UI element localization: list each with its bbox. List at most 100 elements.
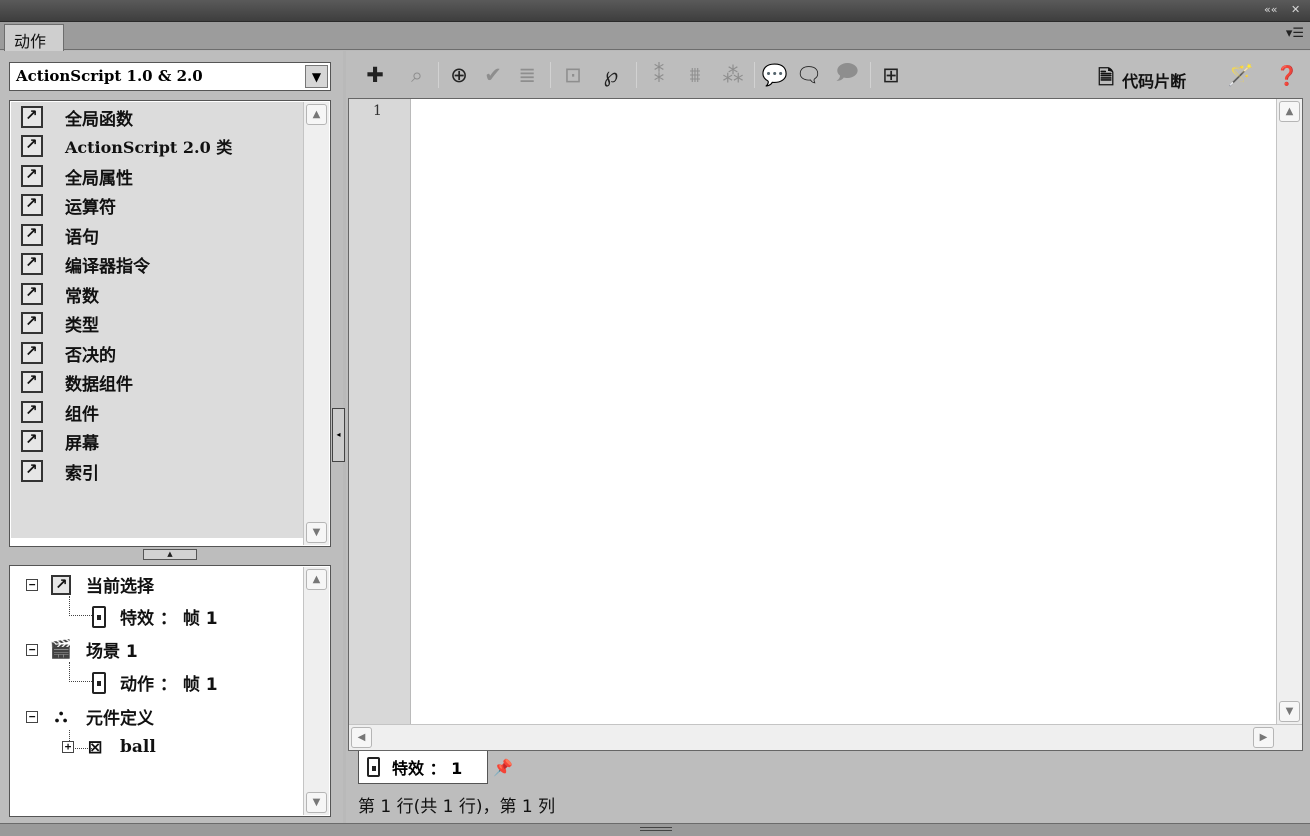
- book-icon: [21, 312, 43, 334]
- nav-current-selection[interactable]: − 当前选择: [26, 572, 154, 597]
- target-icon[interactable]: ⊕: [444, 59, 474, 91]
- check-syntax-icon[interactable]: ✔: [478, 59, 508, 91]
- toolbox-item[interactable]: 语句: [21, 222, 99, 248]
- toolbox-item[interactable]: 组件: [21, 399, 99, 425]
- script-tab[interactable]: 特效 ： 1: [358, 751, 488, 784]
- collapse-between-braces-icon[interactable]: ⁑: [644, 59, 674, 91]
- auto-format-icon[interactable]: ≣: [512, 59, 542, 91]
- nav-symbol-definitions-label: 元件定义: [86, 709, 154, 729]
- code-snippets-button[interactable]: 🗎 代码片断: [1098, 63, 1186, 97]
- close-icon[interactable]: ✕: [1291, 3, 1300, 16]
- nav-frame-item[interactable]: 特效 ： 帧 1: [92, 604, 218, 629]
- frame-icon: [367, 757, 380, 777]
- toolbar-separator: [438, 62, 439, 88]
- toolbox-item-label: 否决的: [65, 345, 116, 366]
- script-tab-label: 特效 ： 1: [392, 759, 463, 778]
- editor-horizontal-scrollbar[interactable]: ◀ ▶: [349, 724, 1302, 750]
- collapse-icon[interactable]: −: [26, 710, 38, 723]
- toolbox-item-label: 组件: [65, 404, 99, 425]
- remove-comment-icon[interactable]: 🗩: [832, 59, 862, 91]
- toolbox-item-label: ActionScript 2.0 类: [65, 138, 233, 157]
- code-snippets-icon: 🗎: [1098, 65, 1115, 89]
- toolbox-item[interactable]: 运算符: [21, 192, 116, 218]
- panel-resize-grip[interactable]: [0, 823, 1310, 836]
- tree-connector: [69, 662, 92, 682]
- nav-frame-item[interactable]: 动作 ： 帧 1: [92, 670, 218, 695]
- scroll-up-icon[interactable]: ▲: [1279, 101, 1300, 122]
- scroll-down-icon[interactable]: ▼: [306, 522, 327, 543]
- toolbox-item[interactable]: 全局属性: [21, 163, 133, 189]
- apply-block-comment-icon[interactable]: 💬: [760, 59, 790, 91]
- editor-vertical-scrollbar[interactable]: ▲ ▼: [1276, 99, 1302, 724]
- scroll-up-icon[interactable]: ▲: [306, 104, 327, 125]
- actionscript-version-value: ActionScript 1.0 & 2.0: [16, 67, 203, 85]
- toolbox-item-label: 全局函数: [65, 109, 133, 130]
- frame-icon: [92, 671, 106, 694]
- toolbox-item[interactable]: ActionScript 2.0 类: [21, 133, 232, 159]
- pin-script-icon[interactable]: 📌: [493, 758, 513, 777]
- help-icon[interactable]: ❓: [1274, 59, 1300, 91]
- tab-actions[interactable]: 动作: [4, 24, 64, 51]
- collapse-icon[interactable]: −: [26, 578, 38, 591]
- collapse-selection-icon[interactable]: ⩩: [680, 59, 710, 91]
- book-icon: [50, 574, 72, 596]
- actions-panel: «« ✕ 动作 ▾☰ ActionScript 1.0 & 2.0 ▼ 全局函数…: [0, 0, 1310, 836]
- toolbar-separator: [754, 62, 755, 88]
- toolbox-item-label: 数据组件: [65, 374, 133, 395]
- toolbox-item[interactable]: 编译器指令: [21, 251, 150, 277]
- code-hint-icon[interactable]: ⊡: [558, 59, 588, 91]
- apply-line-comment-icon[interactable]: 🗨: [794, 59, 824, 91]
- scroll-up-icon[interactable]: ▲: [306, 569, 327, 590]
- panel-menu-icon[interactable]: ▾☰: [1286, 26, 1304, 41]
- collapse-icon[interactable]: ««: [1264, 3, 1277, 16]
- graphic-symbol-icon: ⊠: [87, 736, 103, 758]
- toolbox-list: 全局函数 ActionScript 2.0 类 全局属性 运算符 语句 编译器指…: [11, 102, 303, 538]
- scroll-down-icon[interactable]: ▼: [306, 792, 327, 813]
- show-hide-toolbox-icon[interactable]: ⊞: [876, 59, 906, 91]
- toolbox-item-label: 运算符: [65, 197, 116, 218]
- pane-splitter-handle[interactable]: ▲: [143, 549, 197, 560]
- nav-current-selection-label: 当前选择: [86, 577, 154, 597]
- nav-frame-label: 动作 ： 帧 1: [120, 675, 218, 695]
- book-icon: [21, 135, 43, 157]
- toolbox-item[interactable]: 屏幕: [21, 428, 99, 454]
- toolbox-item[interactable]: 类型: [21, 310, 99, 336]
- book-icon: [21, 165, 43, 187]
- wand-icon[interactable]: 🪄: [1226, 59, 1256, 91]
- symbol-definitions-icon: ⛬: [54, 706, 68, 727]
- toolbox-item-label: 屏幕: [65, 433, 99, 454]
- scroll-right-icon[interactable]: ▶: [1253, 727, 1274, 748]
- nav-symbol-item[interactable]: + ⊠ ball: [62, 736, 156, 758]
- nav-scene[interactable]: − 🎬 场景 1: [26, 637, 138, 662]
- panel-title-bar: «« ✕: [0, 0, 1310, 22]
- add-icon[interactable]: ✚: [360, 59, 390, 91]
- expand-icon[interactable]: +: [62, 741, 74, 753]
- toolbox-item[interactable]: 索引: [21, 458, 99, 484]
- expand-all-icon[interactable]: ⁂: [718, 59, 748, 91]
- script-navigator: − 当前选择 特效 ： 帧 1 − 🎬 场景 1 动作 ： 帧 1 − ⛬ 元件…: [9, 565, 331, 817]
- actionscript-version-select[interactable]: ActionScript 1.0 & 2.0 ▼: [9, 62, 331, 91]
- toolbox-scrollbar[interactable]: ▲ ▼: [303, 102, 329, 545]
- book-icon: [21, 342, 43, 364]
- line-number-gutter: 1: [349, 99, 411, 750]
- find-icon[interactable]: ⌕: [402, 59, 432, 91]
- chevron-down-icon[interactable]: ▼: [305, 65, 328, 88]
- collapse-icon[interactable]: −: [26, 643, 38, 656]
- nav-symbol-definitions[interactable]: − ⛬ 元件定义: [26, 704, 154, 729]
- toolbox-item[interactable]: 数据组件: [21, 369, 133, 395]
- scroll-left-icon[interactable]: ◀: [351, 727, 372, 748]
- book-icon: [21, 283, 43, 305]
- nav-scene-label: 场景 1: [86, 642, 138, 662]
- book-icon: [21, 401, 43, 423]
- book-icon: [21, 106, 43, 128]
- toolbox-item[interactable]: 全局函数: [21, 104, 133, 130]
- script-editor[interactable]: 1 ▲ ▼ ◀ ▶: [348, 98, 1303, 751]
- toolbox-item[interactable]: 常数: [21, 281, 99, 307]
- toolbox-item[interactable]: 否决的: [21, 340, 116, 366]
- toolbox-toggle-handle[interactable]: ◂: [332, 408, 345, 462]
- navigator-scrollbar[interactable]: ▲ ▼: [303, 567, 329, 815]
- debug-options-icon[interactable]: ℘: [596, 59, 626, 91]
- toolbox-item-label: 常数: [65, 286, 99, 307]
- left-pane: ActionScript 1.0 & 2.0 ▼ 全局函数 ActionScri…: [0, 51, 343, 823]
- scroll-down-icon[interactable]: ▼: [1279, 701, 1300, 722]
